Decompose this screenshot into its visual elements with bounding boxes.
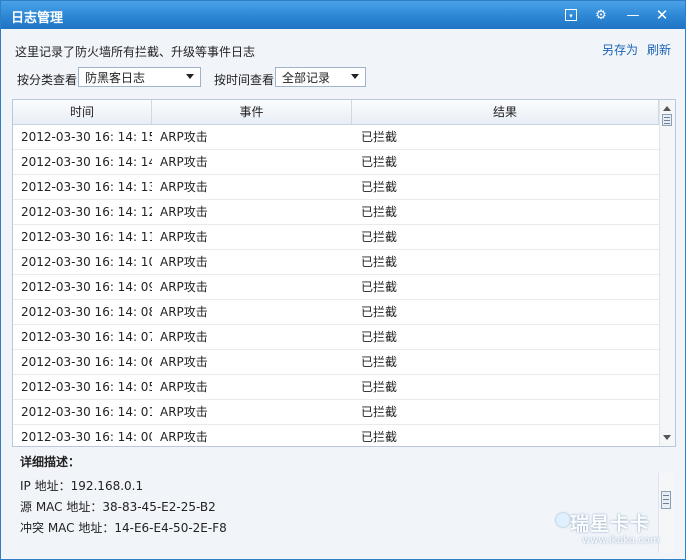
table-row[interactable]: 2012-03-30 16: 14: 11 ARP攻击 已拦截 (13, 225, 659, 250)
table-body: 2012-03-30 16: 14: 15 ARP攻击 已拦截 2012-03-30 … (13, 125, 659, 446)
close-icon[interactable]: ✕ (653, 6, 671, 24)
detail-source-mac: 源 MAC 地址：38-83-45-E2-25-B2 (20, 500, 216, 514)
cell-result: 已拦截 (361, 205, 398, 219)
table-row[interactable]: 2012-03-30 16: 14: 00 ARP攻击 已拦截 (13, 425, 659, 446)
scroll-up-icon[interactable] (663, 106, 671, 111)
cell-event: ARP攻击 (160, 305, 208, 319)
category-select[interactable]: 防黑客日志 (78, 67, 201, 87)
table-row[interactable]: 2012-03-30 16: 14: 06 ARP攻击 已拦截 (13, 350, 659, 375)
cell-time: 2012-03-30 16: 14: 05 (21, 380, 152, 394)
table-scrollbar[interactable] (659, 100, 675, 446)
table-row[interactable]: 2012-03-30 16: 14: 01 ARP攻击 已拦截 (13, 400, 659, 425)
table-header: 时间 事件 结果 (13, 100, 659, 125)
cell-result: 已拦截 (361, 405, 398, 419)
table-row[interactable]: 2012-03-30 16: 14: 05 ARP攻击 已拦截 (13, 375, 659, 400)
cell-event: ARP攻击 (160, 130, 208, 144)
cell-result: 已拦截 (361, 305, 398, 319)
cell-event: ARP攻击 (160, 280, 208, 294)
title-bar[interactable]: 日志管理 ▾ ⚙ — ✕ (1, 1, 685, 29)
cell-time: 2012-03-30 16: 14: 06 (21, 355, 152, 369)
cell-event: ARP攻击 (160, 355, 208, 369)
cell-event: ARP攻击 (160, 155, 208, 169)
scroll-thumb[interactable] (661, 491, 671, 509)
content-area: 这里记录了防火墙所有拦截、升级等事件日志 另存为 刷新 按分类查看 防黑客日志 … (1, 29, 685, 559)
cell-time: 2012-03-30 16: 14: 10 (21, 255, 152, 269)
table-row[interactable]: 2012-03-30 16: 14: 14 ARP攻击 已拦截 (13, 150, 659, 175)
cell-event: ARP攻击 (160, 380, 208, 394)
column-header-result[interactable]: 结果 (352, 100, 659, 124)
cell-event: ARP攻击 (160, 405, 208, 419)
watermark-logo: 瑞星卡卡 www.ikaka.com (556, 509, 684, 557)
category-filter-label: 按分类查看 (17, 73, 78, 87)
cell-time: 2012-03-30 16: 14: 12 (21, 205, 152, 219)
chevron-down-icon (186, 74, 194, 79)
window-title: 日志管理 (11, 11, 64, 26)
cell-result: 已拦截 (361, 430, 398, 444)
watermark-text: 瑞星卡卡 (570, 513, 651, 535)
table-row[interactable]: 2012-03-30 16: 14: 13 ARP攻击 已拦截 (13, 175, 659, 200)
cell-result: 已拦截 (361, 230, 398, 244)
cell-event: ARP攻击 (160, 230, 208, 244)
category-select-value: 防黑客日志 (85, 70, 146, 85)
rising-logo-icon (556, 513, 570, 527)
cell-result: 已拦截 (361, 180, 398, 194)
column-header-time[interactable]: 时间 (13, 100, 152, 124)
gear-icon[interactable]: ⚙ (592, 6, 610, 24)
cell-event: ARP攻击 (160, 330, 208, 344)
page-description: 这里记录了防火墙所有拦截、升级等事件日志 (15, 45, 256, 59)
cell-time: 2012-03-30 16: 14: 01 (21, 405, 152, 419)
refresh-link[interactable]: 刷新 (647, 41, 671, 58)
table-row[interactable]: 2012-03-30 16: 14: 15 ARP攻击 已拦截 (13, 125, 659, 150)
save-as-link[interactable]: 另存为 (602, 41, 638, 58)
cell-time: 2012-03-30 16: 14: 09 (21, 280, 152, 294)
dropdown-menu-icon[interactable]: ▾ (562, 6, 580, 24)
minimize-icon[interactable]: — (624, 6, 642, 24)
log-table: 时间 事件 结果 2012-03-30 16: 14: 15 ARP攻击 已拦截 20… (12, 99, 676, 447)
table-row[interactable]: 2012-03-30 16: 14: 09 ARP攻击 已拦截 (13, 275, 659, 300)
detail-ip: IP 地址：192.168.0.1 (20, 479, 144, 493)
cell-result: 已拦截 (361, 130, 398, 144)
cell-time: 2012-03-30 16: 14: 13 (21, 180, 152, 194)
chevron-down-icon (351, 74, 359, 79)
cell-event: ARP攻击 (160, 430, 208, 444)
cell-result: 已拦截 (361, 255, 398, 269)
time-select-value: 全部记录 (282, 70, 331, 85)
table-row[interactable]: 2012-03-30 16: 14: 07 ARP攻击 已拦截 (13, 325, 659, 350)
cell-time: 2012-03-30 16: 14: 14 (21, 155, 152, 169)
time-filter-label: 按时间查看 (214, 73, 275, 87)
cell-result: 已拦截 (361, 155, 398, 169)
cell-result: 已拦截 (361, 280, 398, 294)
cell-time: 2012-03-30 16: 14: 15 (21, 130, 152, 144)
cell-event: ARP攻击 (160, 205, 208, 219)
detail-conflict-mac: 冲突 MAC 地址：14-E6-E4-50-2E-F8 (20, 521, 227, 535)
cell-time: 2012-03-30 16: 14: 08 (21, 305, 152, 319)
cell-result: 已拦截 (361, 330, 398, 344)
column-header-event[interactable]: 事件 (152, 100, 352, 124)
watermark-url: www.ikaka.com (582, 535, 660, 546)
cell-time: 2012-03-30 16: 14: 07 (21, 330, 152, 344)
cell-result: 已拦截 (361, 355, 398, 369)
cell-time: 2012-03-30 16: 14: 00 (21, 430, 152, 444)
time-select[interactable]: 全部记录 (275, 67, 366, 87)
table-row[interactable]: 2012-03-30 16: 14: 12 ARP攻击 已拦截 (13, 200, 659, 225)
cell-result: 已拦截 (361, 380, 398, 394)
table-row[interactable]: 2012-03-30 16: 14: 10 ARP攻击 已拦截 (13, 250, 659, 275)
log-manager-window: 日志管理 ▾ ⚙ — ✕ 这里记录了防火墙所有拦截、升级等事件日志 另存为 刷新… (0, 0, 686, 560)
table-row[interactable]: 2012-03-30 16: 14: 08 ARP攻击 已拦截 (13, 300, 659, 325)
scroll-thumb[interactable] (662, 114, 672, 126)
cell-time: 2012-03-30 16: 14: 11 (21, 230, 152, 244)
detail-title: 详细描述： (20, 455, 81, 469)
cell-event: ARP攻击 (160, 255, 208, 269)
scroll-down-icon[interactable] (663, 435, 671, 440)
cell-event: ARP攻击 (160, 180, 208, 194)
